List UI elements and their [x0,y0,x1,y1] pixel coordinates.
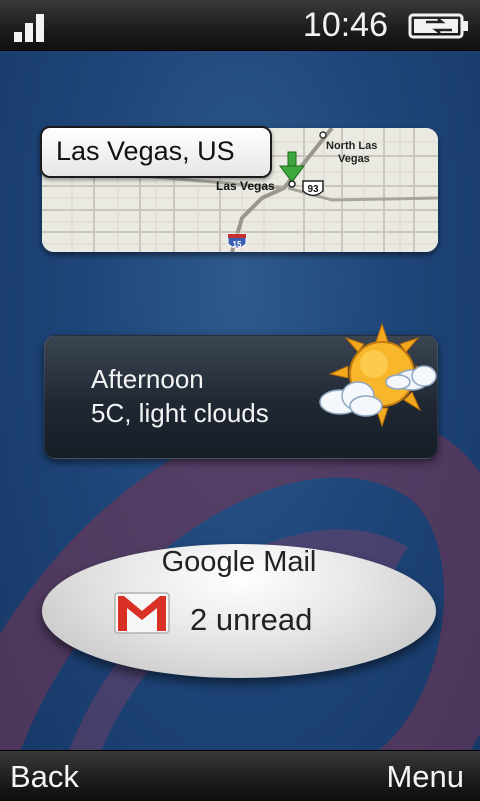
gmail-icon [114,592,170,634]
clock: 10:46 [302,6,388,44]
location-text: Las Vegas, US [56,136,235,166]
map-label-las-vegas: Las Vegas [216,179,275,193]
back-button[interactable]: Back [10,759,79,795]
status-bar: 10:46 [0,0,480,51]
location-label[interactable]: Las Vegas, US [40,126,272,178]
signal-bars-icon [14,12,48,42]
google-mail-widget[interactable]: Google Mail 2 unread [42,544,436,678]
route-93-label: 93 [307,184,319,195]
weather-period: Afternoon [91,364,204,394]
menu-button[interactable]: Menu [386,759,464,795]
map-label-north-las-vegas-1: North Las [326,140,377,152]
map-label-north-las-vegas-2: Vegas [338,153,370,165]
unread-count: 2 unread [190,602,313,637]
battery-charging-icon [408,13,468,39]
softkey-bar: Back Menu [0,750,480,801]
route-15-label: 15 [233,240,242,249]
sun-with-clouds-icon [319,322,437,428]
mail-title: Google Mail [161,546,317,578]
weather-conditions: 5C, light clouds [91,398,269,428]
route-93-shield: 93 [302,180,324,197]
